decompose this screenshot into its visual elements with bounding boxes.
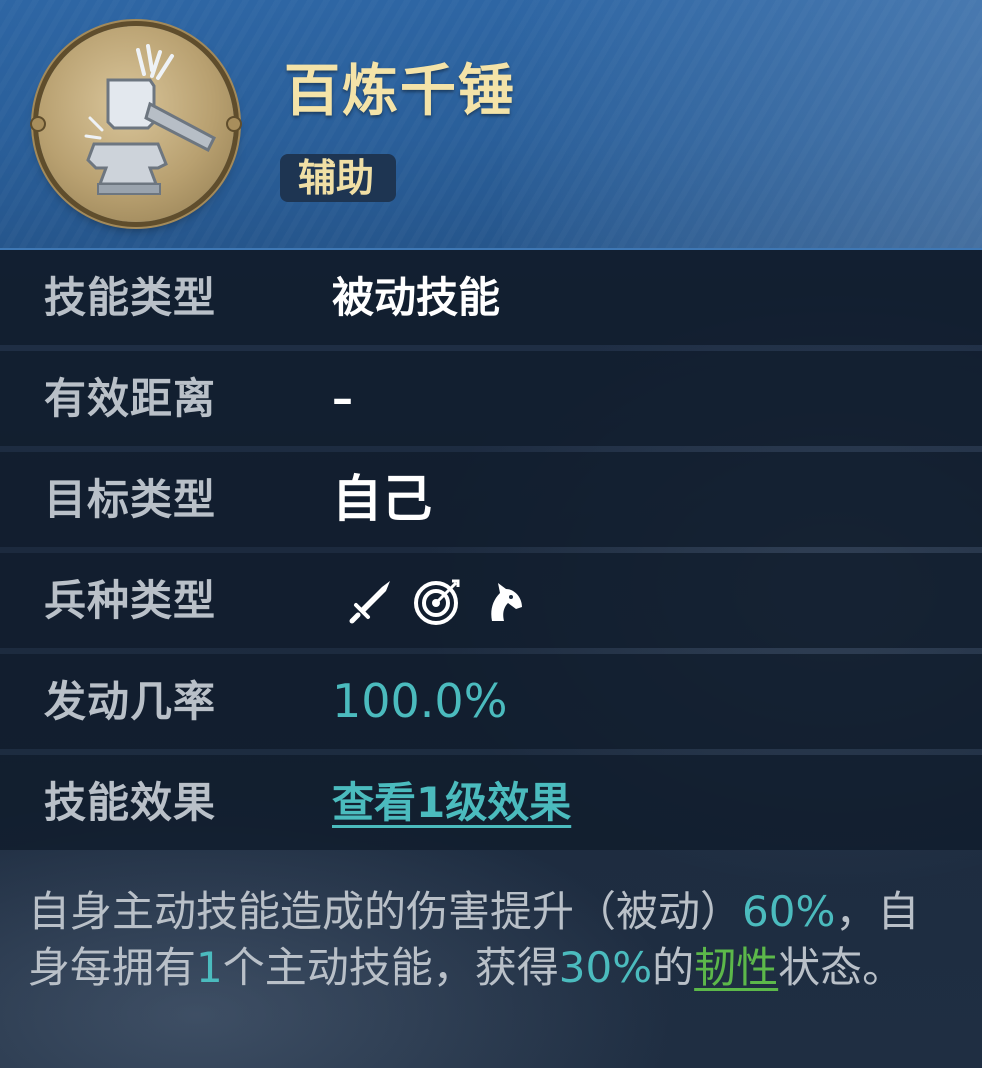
archery-target-icon xyxy=(412,575,464,627)
row-value: 自己 xyxy=(332,470,432,528)
view-level-effect-link[interactable]: 查看1级效果 xyxy=(332,755,571,850)
row-target-type: 目标类型 自己 xyxy=(0,452,982,547)
row-label: 目标类型 xyxy=(44,475,217,524)
row-value: – xyxy=(332,374,353,423)
horse-head-icon xyxy=(478,575,530,627)
skill-name: 百炼千锤 xyxy=(284,59,516,124)
row-unit-type: 兵种类型 xyxy=(0,553,982,648)
sword-icon xyxy=(346,575,398,627)
row-trigger-rate: 发动几率 100.0% xyxy=(0,654,982,749)
desc-text: 状态。 xyxy=(778,943,905,992)
row-label: 有效距离 xyxy=(44,374,217,423)
desc-value: 1 xyxy=(196,943,223,992)
row-value: 被动技能 xyxy=(332,273,501,322)
row-label: 兵种类型 xyxy=(44,576,217,625)
row-label: 发动几率 xyxy=(44,677,217,726)
row-skill-effect: 技能效果 查看1级效果 xyxy=(0,755,982,850)
row-range: 有效距离 – xyxy=(0,351,982,446)
skill-header: 百炼千锤 辅助 xyxy=(0,0,982,250)
row-value: 100.0% xyxy=(332,674,508,728)
unit-icons xyxy=(346,575,530,627)
row-label: 技能类型 xyxy=(44,273,217,322)
keyword-link-toughness[interactable]: 韧性 xyxy=(694,943,778,992)
hammer-anvil-icon xyxy=(30,26,242,222)
desc-value: 60% xyxy=(742,887,836,936)
desc-text: 个主动技能，获得 xyxy=(222,943,559,992)
desc-text: 的 xyxy=(652,943,695,992)
skill-info-table: 技能类型 被动技能 有效距离 – 目标类型 自己 兵种类型 发动几率 100.0… xyxy=(0,250,982,856)
desc-value: 30% xyxy=(558,943,653,992)
skill-tag: 辅助 xyxy=(280,154,397,202)
skill-description: 自身主动技能造成的伤害提升（被动）60%，自身每拥有1个主动技能，获得30%的韧… xyxy=(28,884,958,996)
row-skill-type: 技能类型 被动技能 xyxy=(0,250,982,345)
row-label: 技能效果 xyxy=(44,778,217,827)
desc-text: 自身主动技能造成的伤害提升（被动） xyxy=(28,887,743,936)
